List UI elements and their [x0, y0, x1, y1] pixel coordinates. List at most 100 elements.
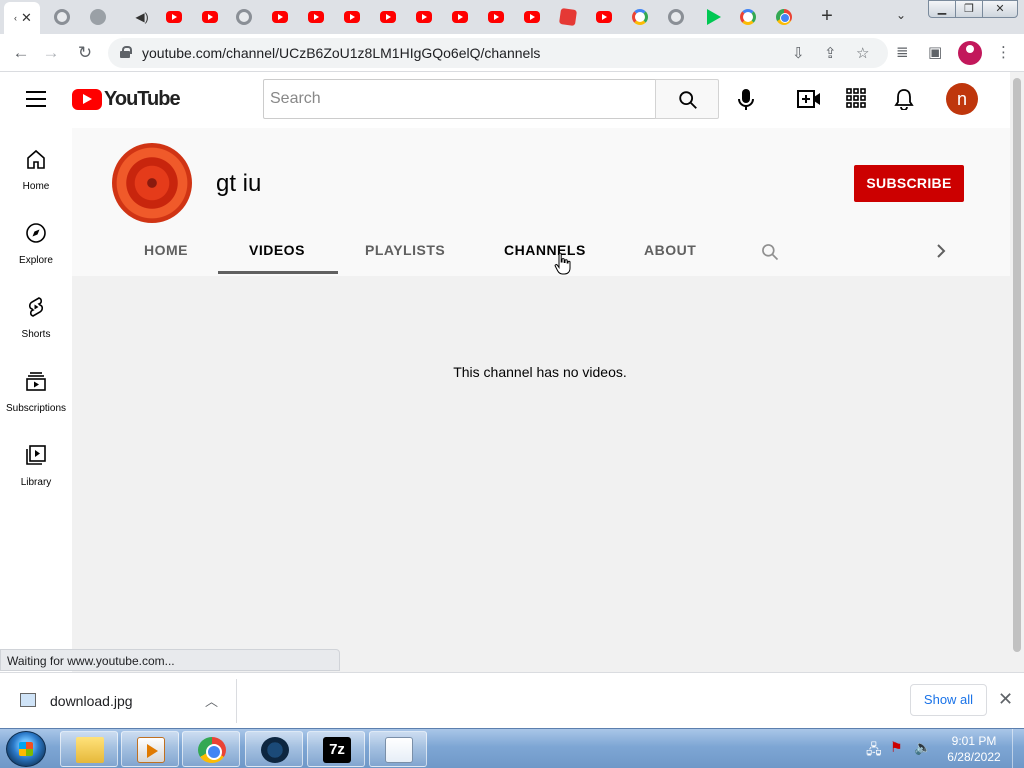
- guide-item-home[interactable]: Home: [0, 132, 72, 206]
- apps-grid-icon[interactable]: [846, 88, 866, 108]
- reload-icon[interactable]: ↻: [74, 42, 96, 64]
- scrollbar-thumb[interactable]: [1013, 78, 1021, 652]
- page-scrollbar[interactable]: [1010, 72, 1024, 672]
- guide-menu-icon[interactable]: [26, 91, 46, 107]
- tab-youtube[interactable]: [192, 4, 228, 30]
- microphone-icon[interactable]: [736, 88, 756, 112]
- speaker-icon: ◀): [135, 10, 149, 24]
- maximize-window-button[interactable]: ❐: [955, 0, 983, 18]
- tab-playlists[interactable]: PLAYLISTS: [365, 242, 445, 258]
- guide-item-shorts[interactable]: Shorts: [0, 280, 72, 354]
- close-window-button[interactable]: ✕: [982, 0, 1018, 18]
- tab-youtube[interactable]: [514, 4, 550, 30]
- close-tab-icon[interactable]: ✕: [21, 10, 32, 26]
- start-button[interactable]: [6, 731, 46, 767]
- tab-youtube[interactable]: [334, 4, 370, 30]
- download-file-name[interactable]: download.jpg: [50, 693, 133, 709]
- install-app-icon[interactable]: ⇩: [792, 44, 805, 62]
- notifications-bell-icon[interactable]: [894, 88, 914, 110]
- taskbar-chrome[interactable]: [182, 731, 240, 767]
- url-text[interactable]: youtube.com/channel/UCzB6ZoU1z8LM1HIgGQo…: [142, 45, 540, 61]
- globe-icon: [54, 9, 70, 25]
- tab-globe[interactable]: [44, 4, 80, 30]
- tab-home[interactable]: HOME: [144, 242, 188, 258]
- tab-about[interactable]: ABOUT: [644, 242, 696, 258]
- steam-icon: [261, 737, 289, 763]
- google-icon: [740, 9, 756, 25]
- tab-youtube[interactable]: [370, 4, 406, 30]
- subscribe-button[interactable]: SUBSCRIBE: [854, 165, 964, 202]
- chevron-right-icon[interactable]: [934, 242, 948, 260]
- volume-icon[interactable]: 🔈: [914, 739, 931, 756]
- download-shelf: download.jpg ︿ Show all ✕: [0, 672, 1024, 728]
- tab-chrome[interactable]: [766, 4, 802, 30]
- tab-youtube[interactable]: [262, 4, 298, 30]
- profile-avatar-icon[interactable]: [958, 41, 982, 65]
- bookmark-star-icon[interactable]: ☆: [856, 44, 869, 62]
- action-center-flag-icon[interactable]: ⚑: [890, 739, 903, 756]
- tab-play-store[interactable]: [696, 4, 732, 30]
- chrome-icon: [198, 737, 226, 763]
- tab-red-tile[interactable]: [550, 4, 586, 30]
- library-icon: [26, 445, 46, 465]
- status-bubble: Waiting for www.youtube.com...: [0, 649, 340, 671]
- youtube-icon: [416, 11, 432, 23]
- tab-videos[interactable]: VIDEOS: [249, 242, 305, 258]
- account-avatar[interactable]: n: [946, 83, 978, 115]
- forward-arrow-icon[interactable]: →: [40, 42, 62, 64]
- tab-youtube[interactable]: [586, 4, 622, 30]
- tab-channels[interactable]: CHANNELS: [504, 242, 586, 258]
- tab-youtube-active[interactable]: ‹ ✕: [4, 2, 40, 34]
- channel-search-icon[interactable]: [760, 242, 780, 262]
- youtube-logo-text: YouTube: [104, 88, 181, 110]
- youtube-icon: [272, 11, 288, 23]
- show-desktop-button[interactable]: [1012, 729, 1024, 768]
- tab-google[interactable]: [622, 4, 658, 30]
- kebab-menu-icon[interactable]: ⋮: [996, 43, 1011, 61]
- system-clock[interactable]: 9:01 PM 6/28/2022: [944, 733, 1004, 765]
- share-icon[interactable]: ⇪: [824, 44, 837, 62]
- close-icon[interactable]: ✕: [998, 689, 1013, 710]
- tab-audio[interactable]: ◀): [124, 4, 160, 30]
- clock-date: 6/28/2022: [947, 750, 1001, 764]
- browser-toolbar: ← → ↻ youtube.com/channel/UCzB6ZoU1z8LM1…: [0, 34, 1024, 72]
- show-all-button[interactable]: Show all: [910, 684, 987, 716]
- chevron-up-icon[interactable]: ︿: [205, 691, 218, 710]
- taskbar-file-explorer[interactable]: [60, 731, 118, 767]
- search-field[interactable]: [263, 79, 656, 119]
- back-arrow-icon[interactable]: ←: [10, 42, 32, 64]
- network-icon[interactable]: 🖧: [866, 739, 882, 763]
- channel-avatar[interactable]: [112, 143, 192, 223]
- reading-list-icon[interactable]: ≣: [896, 43, 909, 61]
- channel-header: gt iu SUBSCRIBE HOME VIDEOS PLAYLISTS CH…: [72, 128, 1010, 276]
- tab-youtube[interactable]: [156, 4, 192, 30]
- tab-youtube[interactable]: [298, 4, 334, 30]
- youtube-logo[interactable]: YouTube: [72, 88, 181, 111]
- taskbar-media-player[interactable]: [121, 731, 179, 767]
- create-video-icon[interactable]: [797, 88, 821, 110]
- guide-label: Explore: [19, 255, 53, 266]
- tab-google[interactable]: [730, 4, 766, 30]
- search-button[interactable]: [655, 79, 719, 119]
- taskbar-steam[interactable]: [245, 731, 303, 767]
- tab-close-icon[interactable]: ‹: [14, 13, 17, 23]
- empty-state-message: This channel has no videos.: [453, 364, 627, 380]
- taskbar-7zip[interactable]: 7z: [307, 731, 365, 767]
- guide-item-explore[interactable]: Explore: [0, 206, 72, 280]
- guide-item-library[interactable]: Library: [0, 428, 72, 502]
- minimize-window-button[interactable]: ▁: [928, 0, 956, 18]
- tab-search-chevron-icon[interactable]: ⌄: [896, 8, 906, 22]
- tab-globe[interactable]: [658, 4, 694, 30]
- guide-item-subscriptions[interactable]: Subscriptions: [0, 354, 72, 428]
- tab-youtube[interactable]: [442, 4, 478, 30]
- lock-icon[interactable]: [120, 46, 132, 58]
- taskbar-notepad[interactable]: [369, 731, 427, 767]
- tab-globe[interactable]: [226, 4, 262, 30]
- tab-youtube[interactable]: [478, 4, 514, 30]
- tab-youtube[interactable]: [406, 4, 442, 30]
- new-tab-button[interactable]: +: [816, 6, 838, 28]
- address-bar[interactable]: youtube.com/channel/UCzB6ZoU1z8LM1HIgGQo…: [108, 38, 888, 68]
- search-input[interactable]: [264, 80, 655, 118]
- side-panel-icon[interactable]: ▣: [928, 43, 942, 61]
- tab-magnifier[interactable]: [80, 4, 116, 30]
